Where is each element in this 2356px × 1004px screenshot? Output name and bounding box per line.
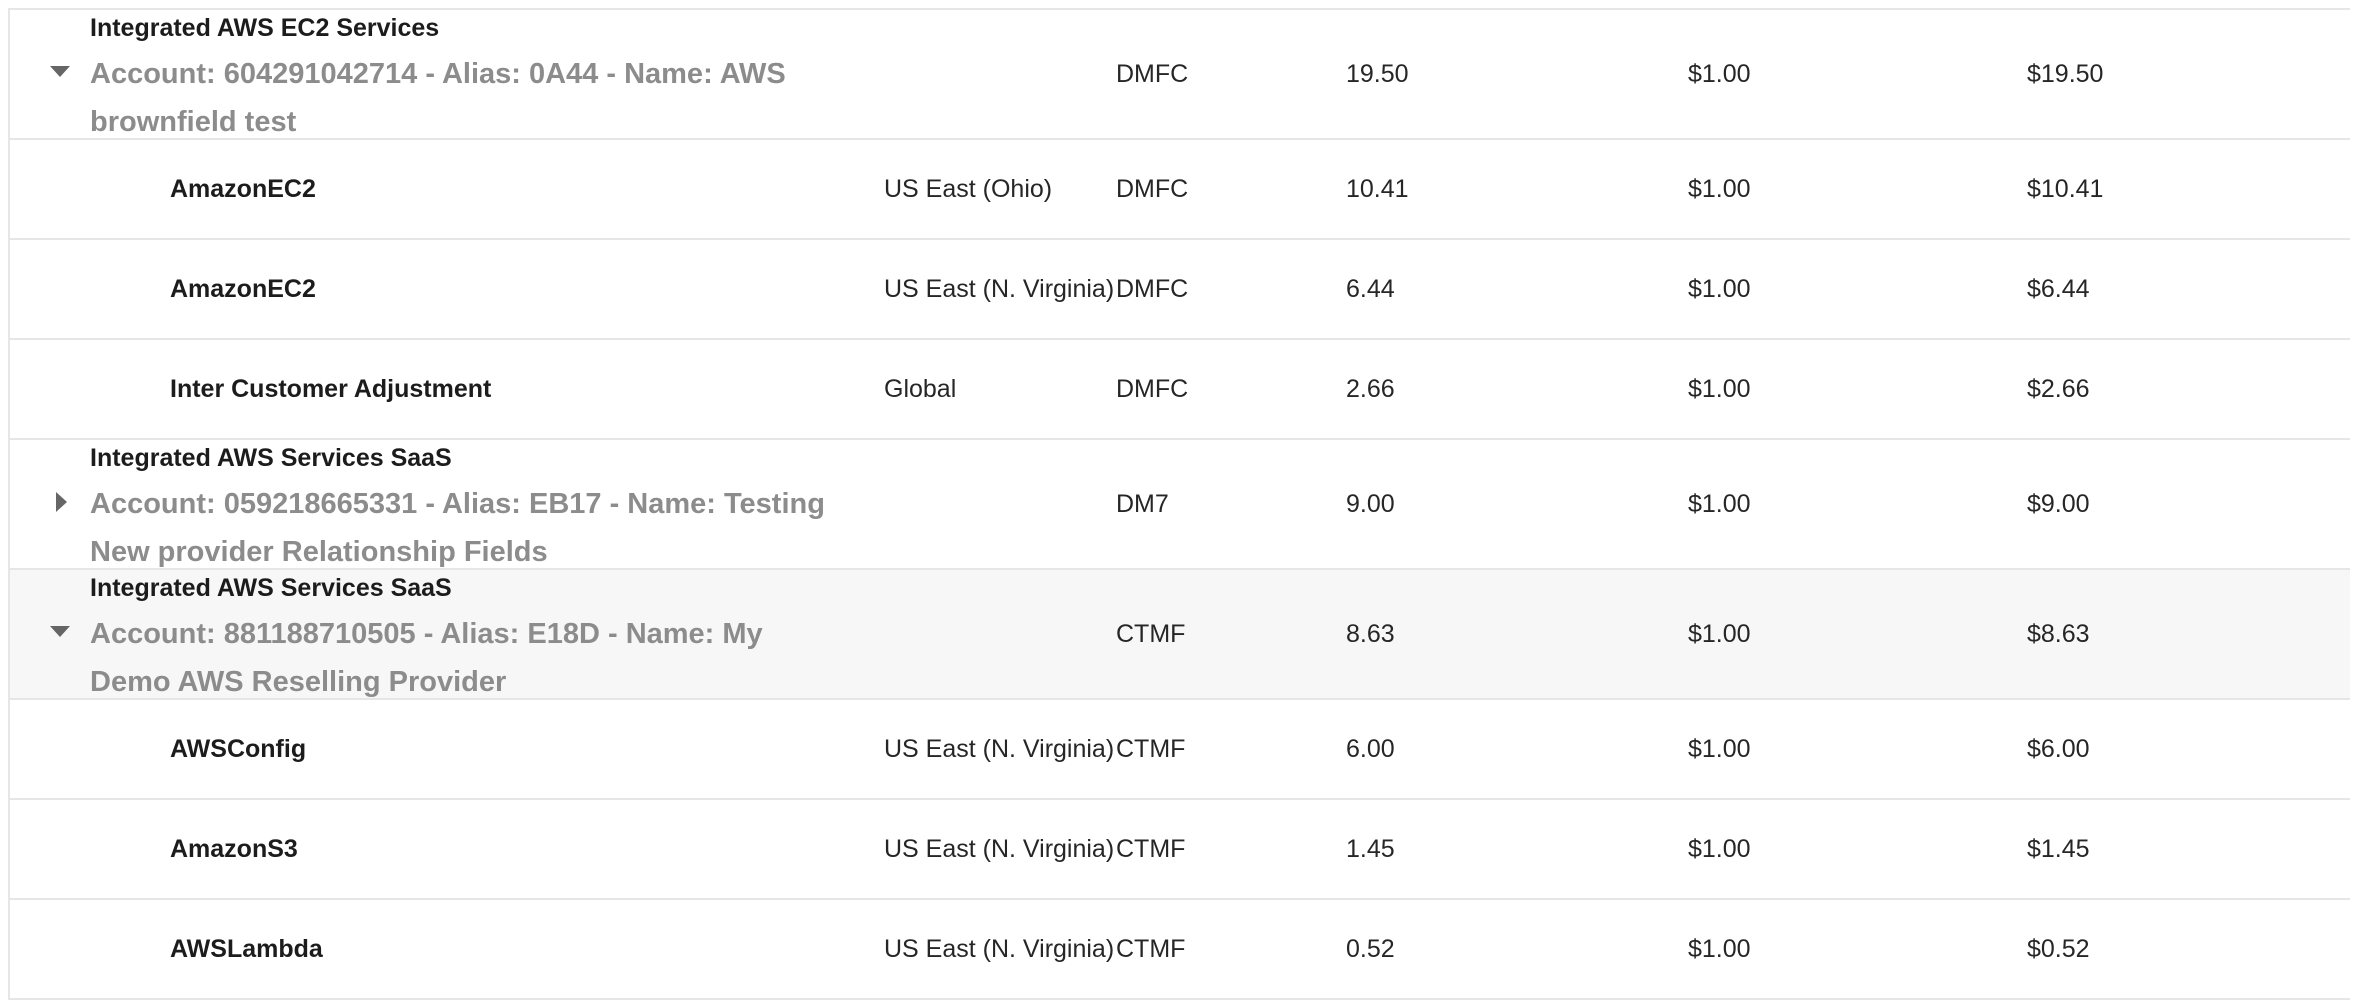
total-cell: $0.52 xyxy=(2027,934,2090,963)
expand-caret-icon[interactable] xyxy=(56,492,67,512)
total-cell: $10.41 xyxy=(2027,174,2104,203)
name-cell: AmazonS3 xyxy=(10,800,884,898)
plan-cell: DMFC xyxy=(1116,274,1189,303)
plan-cell: DMFC xyxy=(1116,374,1189,403)
plan-cell: CTMF xyxy=(1116,934,1186,963)
name-cell: AWSConfig xyxy=(10,700,884,798)
child-row: AWSLambda US East (N. Virginia) CTMF 0.5… xyxy=(10,900,2350,1000)
quantity-cell: 6.00 xyxy=(1346,734,1395,763)
rate-cell: $1.00 xyxy=(1688,934,1751,963)
collapse-caret-icon[interactable] xyxy=(50,626,70,637)
quantity-cell: 9.00 xyxy=(1346,489,1395,518)
rate-cell: $1.00 xyxy=(1688,374,1751,403)
rate-cell: $1.00 xyxy=(1688,489,1751,518)
total-cell: $6.44 xyxy=(2027,274,2090,303)
region-cell: Global xyxy=(884,375,957,403)
quantity-cell: 0.52 xyxy=(1346,934,1395,963)
rate-cell: $1.00 xyxy=(1688,59,1751,88)
name-cell: Inter Customer Adjustment xyxy=(10,340,884,438)
group-row[interactable]: Integrated AWS Services SaaS Account: 05… xyxy=(10,440,2350,570)
quantity-cell: 2.66 xyxy=(1346,374,1395,403)
service-name: Inter Customer Adjustment xyxy=(170,374,492,403)
quantity-cell: 6.44 xyxy=(1346,274,1395,303)
billing-line-items-table: Integrated AWS EC2 Services Account: 604… xyxy=(8,8,2350,1000)
rate-cell: $1.00 xyxy=(1688,274,1751,303)
quantity-cell: 19.50 xyxy=(1346,59,1409,88)
service-name: AmazonEC2 xyxy=(170,174,316,203)
quantity-cell: 10.41 xyxy=(1346,174,1409,203)
plan-cell: DM7 xyxy=(1116,489,1169,518)
child-row: AmazonEC2 US East (N. Virginia) DMFC 6.4… xyxy=(10,240,2350,340)
group-service-title: Integrated AWS Services SaaS xyxy=(90,444,452,472)
plan-cell: DMFC xyxy=(1116,174,1189,203)
group-account-info: Account: 059218665331 - Alias: EB17 - Na… xyxy=(90,488,825,568)
rate-cell: $1.00 xyxy=(1688,174,1751,203)
rate-cell: $1.00 xyxy=(1688,734,1751,763)
plan-cell: CTMF xyxy=(1116,619,1186,648)
region-cell: US East (Ohio) xyxy=(884,175,1053,203)
region-cell: US East (N. Virginia) xyxy=(884,835,1115,863)
rate-cell: $1.00 xyxy=(1688,619,1751,648)
group-row[interactable]: Integrated AWS Services SaaS Account: 88… xyxy=(10,570,2350,700)
rate-cell: $1.00 xyxy=(1688,834,1751,863)
quantity-cell: 8.63 xyxy=(1346,619,1395,648)
plan-cell: CTMF xyxy=(1116,734,1186,763)
group-account-info: Account: 881188710505 - Alias: E18D - Na… xyxy=(90,618,763,698)
plan-cell: CTMF xyxy=(1116,834,1186,863)
region-cell: US East (N. Virginia) xyxy=(884,935,1115,963)
child-row: AmazonEC2 US East (Ohio) DMFC 10.41 $1.0… xyxy=(10,140,2350,240)
group-service-title: Integrated AWS EC2 Services xyxy=(90,14,440,42)
total-cell: $1.45 xyxy=(2027,834,2090,863)
child-row: AmazonS3 US East (N. Virginia) CTMF 1.45… xyxy=(10,800,2350,900)
group-account-info: Account: 604291042714 - Alias: 0A44 - Na… xyxy=(90,58,786,138)
name-cell: Integrated AWS Services SaaS Account: 88… xyxy=(10,570,884,698)
child-row: AWSConfig US East (N. Virginia) CTMF 6.0… xyxy=(10,700,2350,800)
name-cell: AmazonEC2 xyxy=(10,240,884,338)
service-name: AmazonS3 xyxy=(170,834,298,863)
service-name: AWSLambda xyxy=(170,934,323,963)
quantity-cell: 1.45 xyxy=(1346,834,1395,863)
total-cell: $8.63 xyxy=(2027,619,2090,648)
region-cell: US East (N. Virginia) xyxy=(884,275,1115,303)
name-cell: Integrated AWS EC2 Services Account: 604… xyxy=(10,10,884,138)
total-cell: $2.66 xyxy=(2027,374,2090,403)
region-cell: US East (N. Virginia) xyxy=(884,735,1115,763)
collapse-caret-icon[interactable] xyxy=(50,66,70,77)
name-cell: AWSLambda xyxy=(10,900,884,998)
group-service-title: Integrated AWS Services SaaS xyxy=(90,574,452,602)
total-cell: $9.00 xyxy=(2027,489,2090,518)
total-cell: $6.00 xyxy=(2027,734,2090,763)
plan-cell: DMFC xyxy=(1116,59,1189,88)
service-name: AmazonEC2 xyxy=(170,274,316,303)
total-cell: $19.50 xyxy=(2027,59,2104,88)
service-name: AWSConfig xyxy=(170,734,307,763)
group-row[interactable]: Integrated AWS EC2 Services Account: 604… xyxy=(10,10,2350,140)
child-row: Inter Customer Adjustment Global DMFC 2.… xyxy=(10,340,2350,440)
name-cell: AmazonEC2 xyxy=(10,140,884,238)
name-cell: Integrated AWS Services SaaS Account: 05… xyxy=(10,440,884,568)
